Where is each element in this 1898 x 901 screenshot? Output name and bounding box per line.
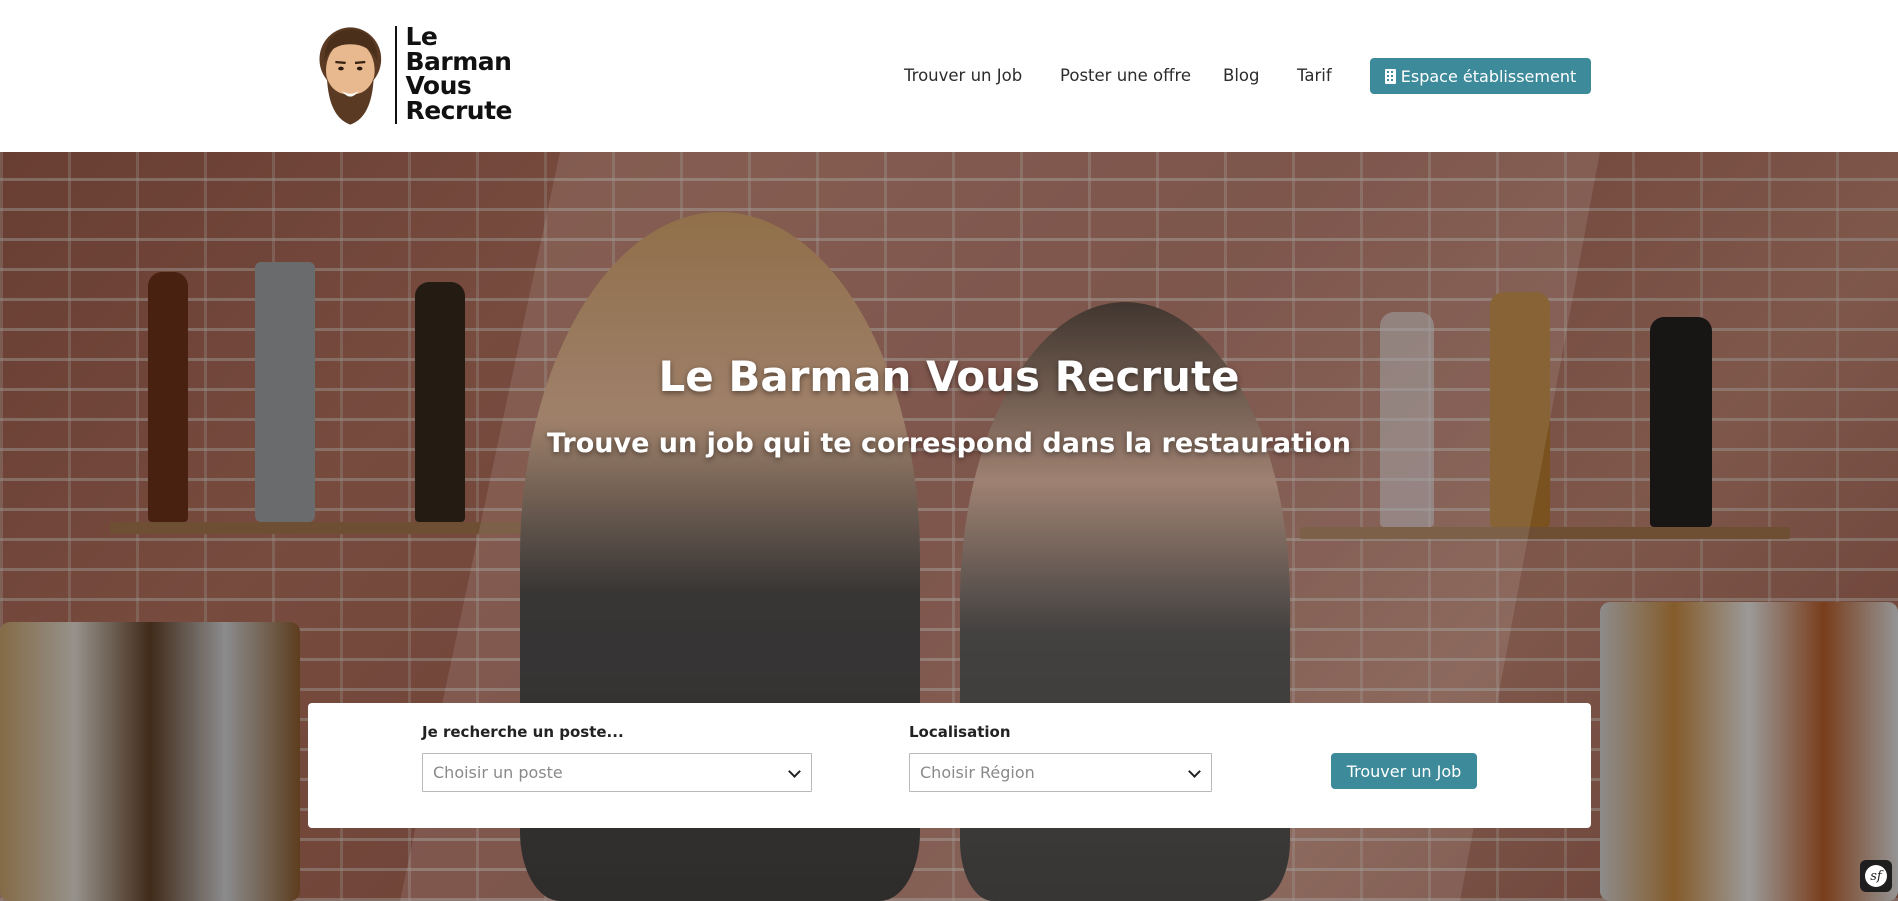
nav-link-trouver-un-job[interactable]: Trouver un Job	[904, 58, 1022, 94]
job-search-form: Je recherche un poste... Choisir un post…	[308, 703, 1591, 828]
hero-title: Le Barman Vous Recrute	[658, 352, 1240, 401]
nav-link-poster-une-offre[interactable]: Poster une offre	[1060, 58, 1191, 94]
location-select-value: Choisir Région	[920, 763, 1035, 782]
chevron-down-icon	[788, 765, 801, 778]
logo-divider	[394, 26, 398, 124]
logo-line-1: Le	[405, 22, 438, 51]
position-field-label: Je recherche un poste...	[422, 723, 624, 741]
logo-line-4: Recrute	[405, 95, 512, 125]
logo-wordmark: Le Barman Vous Recrute	[405, 22, 512, 125]
location-field-label: Localisation	[909, 723, 1011, 741]
building-icon	[1384, 68, 1396, 84]
logo-line-3: Vous	[405, 71, 472, 100]
chevron-down-icon	[1188, 765, 1201, 778]
position-select-value: Choisir un poste	[433, 763, 563, 782]
nav-link-tarif[interactable]: Tarif	[1297, 58, 1332, 94]
nav-link-blog[interactable]: Blog	[1223, 58, 1259, 94]
symfony-toolbar-toggle[interactable]: sf	[1860, 860, 1892, 892]
barman-face-logo-icon	[319, 27, 382, 125]
symfony-icon: sf	[1865, 865, 1887, 887]
espace-etablissement-label: Espace établissement	[1400, 66, 1577, 86]
location-select[interactable]: Choisir Région	[909, 753, 1212, 792]
site-header: Le Barman Vous Recrute Trouver un Job Po…	[0, 0, 1898, 152]
find-job-button[interactable]: Trouver un Job	[1331, 753, 1477, 789]
site-logo[interactable]: Le Barman Vous Recrute	[312, 20, 512, 132]
position-select[interactable]: Choisir un poste	[422, 753, 812, 792]
hero-subtitle: Trouve un job qui te correspond dans la …	[546, 428, 1352, 459]
espace-etablissement-button[interactable]: Espace établissement	[1370, 58, 1591, 94]
